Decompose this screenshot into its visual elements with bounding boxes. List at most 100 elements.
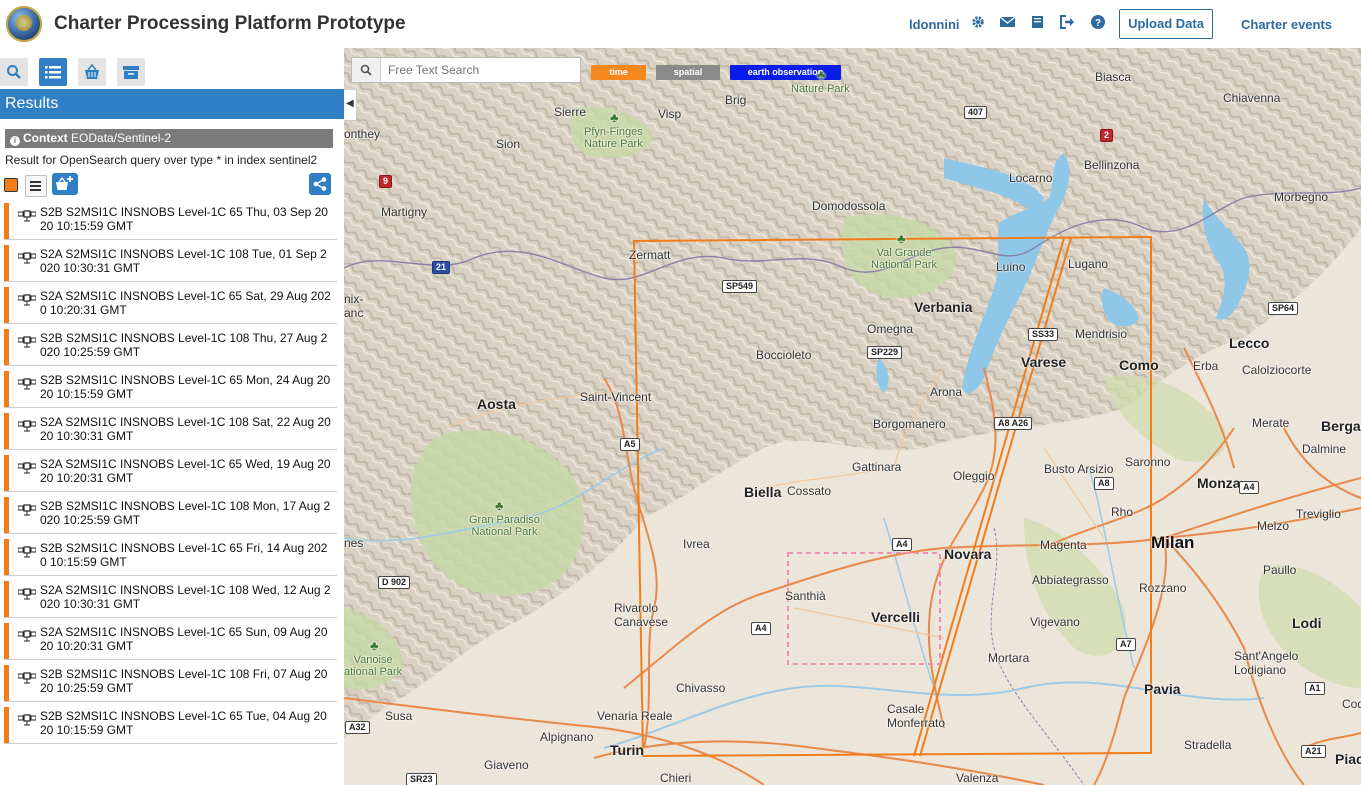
place-label-venaria: Venaria Reale <box>597 709 673 723</box>
result-item[interactable]: S2A S2MSI1C INSNOBS Level-1C 65 Wed, 19 … <box>4 455 337 492</box>
time-filter-chip[interactable]: time <box>591 65 646 80</box>
place-label-sierre: Sierre <box>554 105 587 119</box>
place-label-erba: Erba <box>1193 359 1219 373</box>
caret-left-icon: ◀ <box>346 98 354 109</box>
app-title: Charter Processing Platform Prototype <box>54 13 406 34</box>
place-label-boccioleto: Boccioleto <box>756 348 812 362</box>
place-label-novara: Novara <box>944 546 992 562</box>
place-label-mortara: Mortara <box>988 651 1030 665</box>
tree-icon: ♣ <box>817 67 826 82</box>
park-label-nature-park: Nature Park <box>791 83 850 95</box>
map-view[interactable]: ◀ time spatial earth observation SierreV… <box>344 48 1361 785</box>
envelope-icon[interactable] <box>999 15 1015 31</box>
result-info: Result for OpenSearch query over type * … <box>5 153 318 167</box>
results-header: Results <box>0 89 344 119</box>
result-item[interactable]: S2B S2MSI1C INSNOBS Level-1C 108 Thu, 27… <box>4 329 337 366</box>
gear-icon[interactable] <box>970 15 986 31</box>
satellite-icon <box>18 672 36 684</box>
place-label-magenta: Magenta <box>1040 538 1087 552</box>
add-to-basket-button[interactable] <box>52 173 78 195</box>
result-item[interactable]: S2A S2MSI1C INSNOBS Level-1C 65 Sat, 29 … <box>4 287 337 324</box>
result-item[interactable]: S2B S2MSI1C INSNOBS Level-1C 65 Thu, 03 … <box>4 203 337 240</box>
satellite-icon <box>18 378 36 390</box>
result-item[interactable]: S2B S2MSI1C INSNOBS Level-1C 65 Tue, 04 … <box>4 707 337 744</box>
place-label-nes: nes <box>344 536 364 550</box>
road-shield-sp229: SP229 <box>867 346 903 359</box>
archive-tab[interactable] <box>117 58 145 86</box>
result-item[interactable]: S2B S2MSI1C INSNOBS Level-1C 65 Fri, 14 … <box>4 539 337 576</box>
result-item-label: S2A S2MSI1C INSNOBS Level-1C 108 Tue, 01… <box>40 247 327 275</box>
place-label-visp: Visp <box>658 107 682 121</box>
satellite-icon <box>18 252 36 264</box>
park-label-gran-paradiso: Gran Paradiso National Park <box>469 514 540 538</box>
place-label-arona: Arona <box>930 385 963 399</box>
result-item[interactable]: S2A S2MSI1C INSNOBS Level-1C 65 Sun, 09 … <box>4 623 337 660</box>
road-shield-a8: A8 <box>1094 477 1114 490</box>
share-button[interactable] <box>309 173 331 195</box>
place-label-pavia: Pavia <box>1144 681 1181 697</box>
help-icon[interactable]: ? <box>1090 15 1106 31</box>
list-tab[interactable] <box>39 58 67 86</box>
result-item[interactable]: S2A S2MSI1C INSNOBS Level-1C 108 Sat, 22… <box>4 413 337 450</box>
basket-plus-icon <box>56 176 73 190</box>
place-label-sant-angelo: Sant'Angelo Lodigiano <box>1234 649 1299 677</box>
upload-data-button[interactable]: Upload Data <box>1119 9 1213 39</box>
swath-footprint[interactable] <box>913 237 1072 757</box>
layer-color-swatch[interactable] <box>4 178 18 192</box>
result-item-label: S2A S2MSI1C INSNOBS Level-1C 108 Sat, 22… <box>40 415 331 443</box>
tree-icon: ♣ <box>897 231 906 246</box>
result-item[interactable]: S2A S2MSI1C INSNOBS Level-1C 108 Tue, 01… <box>4 245 337 282</box>
search-icon <box>360 64 372 76</box>
tree-icon: ♣ <box>495 498 504 513</box>
road-shield-a8a26: A8 A26 <box>994 417 1033 430</box>
archive-icon <box>123 66 139 79</box>
search-button[interactable] <box>352 58 381 82</box>
place-label-luino: Luino <box>996 260 1026 274</box>
road-shield-a5: A5 <box>620 438 640 451</box>
result-item-label: S2A S2MSI1C INSNOBS Level-1C 65 Wed, 19 … <box>40 457 331 485</box>
place-label-alpignano: Alpignano <box>540 730 594 744</box>
sign-out-icon[interactable] <box>1059 15 1075 31</box>
place-label-varese: Varese <box>1021 354 1067 370</box>
place-label-rivarolo: Rivarolo Canavese <box>614 601 669 629</box>
charter-events-link[interactable]: Charter events <box>1241 17 1332 32</box>
satellite-icon <box>18 714 36 726</box>
collapse-sidebar-button[interactable]: ◀ <box>344 89 357 121</box>
result-item[interactable]: S2B S2MSI1C INSNOBS Level-1C 108 Mon, 17… <box>4 497 337 534</box>
place-label-mendrisio: Mendrisio <box>1075 327 1128 341</box>
search-tab[interactable] <box>0 58 28 86</box>
spatial-filter-chip[interactable]: spatial <box>656 65 720 80</box>
satellite-icon <box>18 504 36 516</box>
result-item[interactable]: S2B S2MSI1C INSNOBS Level-1C 108 Fri, 07… <box>4 665 337 702</box>
place-label-casale: Casale Monferrato <box>887 702 946 730</box>
road-shield-a4a: A4 <box>1239 481 1259 494</box>
charter-logo[interactable] <box>6 6 42 42</box>
basket-tab[interactable] <box>78 58 106 86</box>
road-shield-r21: 21 <box>432 261 451 274</box>
book-icon[interactable] <box>1029 15 1045 31</box>
list-view-button[interactable] <box>25 175 47 197</box>
place-label-santhia: Santhià <box>785 589 826 603</box>
free-text-search-input[interactable] <box>386 61 578 79</box>
search-icon <box>7 65 21 79</box>
result-item[interactable]: S2B S2MSI1C INSNOBS Level-1C 65 Mon, 24 … <box>4 371 337 408</box>
place-label-lugano: Lugano <box>1068 257 1109 271</box>
place-label-sion: Sion <box>496 137 521 151</box>
place-label-aix: nix- anc <box>344 292 364 320</box>
place-label-chiavenna: Chiavenna <box>1223 91 1281 105</box>
road-shield-r2: 2 <box>1100 129 1114 142</box>
result-item-label: S2B S2MSI1C INSNOBS Level-1C 108 Fri, 07… <box>40 667 328 695</box>
place-label-giaveno: Giaveno <box>484 758 529 772</box>
road-shield-r407: 407 <box>964 106 988 119</box>
result-item[interactable]: S2A S2MSI1C INSNOBS Level-1C 108 Wed, 12… <box>4 581 337 618</box>
bars-icon <box>30 181 41 191</box>
satellite-icon <box>18 462 36 474</box>
tile-footprint[interactable] <box>632 235 1152 758</box>
place-label-lecco: Lecco <box>1229 335 1270 351</box>
tree-icon: ♣ <box>610 110 619 125</box>
place-label-valenza: Valenza <box>956 771 999 785</box>
place-label-saronno: Saronno <box>1125 455 1171 469</box>
road-shield-a32: A32 <box>345 721 370 734</box>
user-menu[interactable]: ldonnini <box>909 17 960 32</box>
road-shield-a4b: A4 <box>892 538 912 551</box>
